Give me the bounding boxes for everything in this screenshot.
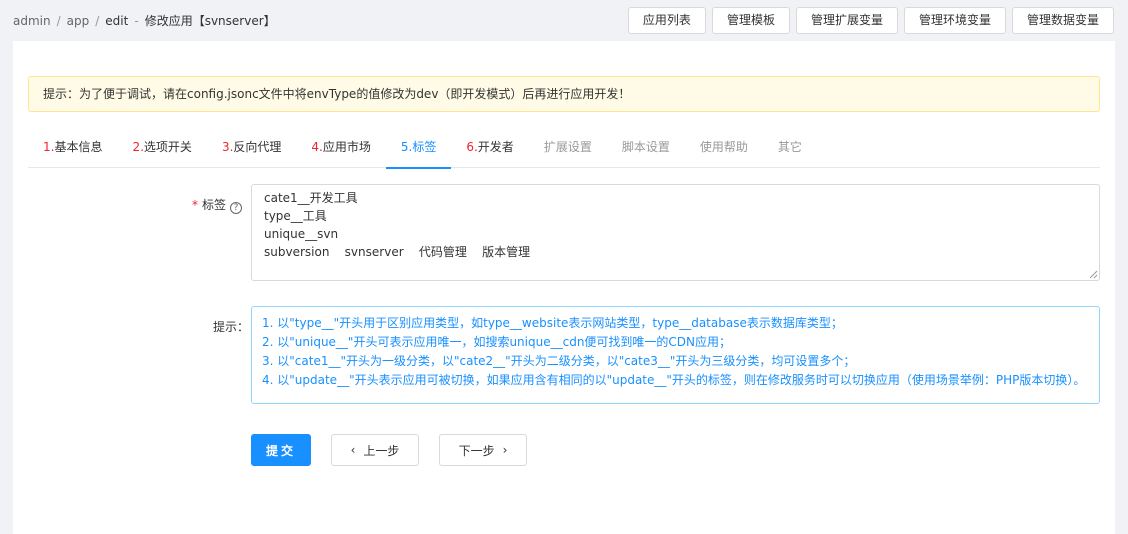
- tab-label: 其它: [777, 140, 802, 154]
- resize-handle-icon[interactable]: [1089, 270, 1098, 279]
- tab-label: 标签: [412, 140, 437, 154]
- next-step-button[interactable]: 下一步 ›: [439, 434, 527, 466]
- tags-label-text: 标签: [202, 198, 227, 212]
- tab-number: 4.: [311, 140, 323, 154]
- prev-step-button[interactable]: ‹ 上一步: [331, 434, 419, 466]
- manage-data-vars-button[interactable]: 管理数据变量: [1011, 7, 1114, 34]
- tab-label: 开发者: [477, 140, 514, 154]
- tab-bar: 1.基本信息 2.选项开关 3.反向代理 4.应用市场 5.标签 6.开发者 扩…: [28, 133, 1100, 169]
- tags-hint-box: 1. 以"type__"开头用于区别应用类型，如type__website表示网…: [251, 306, 1100, 404]
- tab-label: 选项开关: [143, 140, 192, 154]
- tab-script-settings[interactable]: 脚本设置: [607, 133, 685, 168]
- tab-number: 3.: [221, 140, 234, 154]
- hint-field-label: 提示：: [213, 320, 250, 334]
- tab-other[interactable]: 其它: [763, 133, 817, 168]
- tab-number: 6.: [466, 140, 478, 154]
- tab-basic-info[interactable]: 1.基本信息: [28, 133, 117, 168]
- tab-label: 使用帮助: [699, 140, 748, 154]
- main-card: 提示：为了便于调试，请在config.jsonc文件中将envType的值修改为…: [13, 41, 1115, 534]
- hint-line: 4. 以"update__"开头表示应用可被切换，如果应用含有相同的以"upda…: [262, 373, 1086, 387]
- tab-label: 扩展设置: [543, 140, 592, 154]
- manage-templates-button[interactable]: 管理模板: [711, 7, 790, 34]
- dev-mode-notice: 提示：为了便于调试，请在config.jsonc文件中将envType的值修改为…: [28, 76, 1100, 112]
- breadcrumb-item-admin[interactable]: admin: [13, 14, 51, 28]
- page-title: 修改应用【svnserver】: [144, 14, 276, 28]
- breadcrumb-separator: /: [95, 14, 100, 28]
- chevron-left-icon: ‹: [350, 443, 356, 457]
- next-step-label: 下一步: [458, 443, 495, 458]
- tab-label: 反向代理: [233, 140, 282, 154]
- app-list-button[interactable]: 应用列表: [627, 7, 706, 34]
- tags-field-label: * 标签?: [192, 196, 243, 214]
- breadcrumb-item-edit: edit: [105, 14, 129, 28]
- submit-button[interactable]: 提交: [251, 434, 311, 466]
- tab-extension-settings[interactable]: 扩展设置: [529, 133, 607, 168]
- breadcrumb-item-app[interactable]: app: [67, 14, 90, 28]
- hint-line: 3. 以"cate1__"开头为一级分类，以"cate2__"开头为二级分类，以…: [262, 354, 856, 368]
- hint-line: 2. 以"unique__"开头可表示应用唯一，如搜索unique__cdn便可…: [262, 335, 732, 349]
- question-circle-icon[interactable]: ?: [230, 202, 243, 214]
- tab-tags[interactable]: 5.标签: [385, 133, 452, 169]
- tab-app-market[interactable]: 4.应用市场: [296, 133, 385, 168]
- tab-developer[interactable]: 6.开发者: [451, 133, 528, 168]
- top-bar: admin / app / edit - 修改应用【svnserver】 应用列表 管理模板…: [0, 0, 1128, 40]
- tab-label: 应用市场: [322, 140, 371, 154]
- tab-number: 2.: [132, 140, 144, 154]
- tab-label: 脚本设置: [621, 140, 670, 154]
- top-actions: 应用列表 管理模板 管理扩展变量 管理环境变量 管理数据变量: [627, 7, 1114, 34]
- tab-number: 5.: [400, 140, 413, 154]
- chevron-right-icon: ›: [502, 443, 508, 457]
- tab-label: 基本信息: [54, 140, 103, 154]
- hint-line: 1. 以"type__"开头用于区别应用类型，如type__website表示网…: [262, 316, 843, 330]
- tab-number: 1.: [43, 140, 55, 154]
- tab-reverse-proxy[interactable]: 3.反向代理: [207, 133, 296, 168]
- manage-env-vars-button[interactable]: 管理环境变量: [903, 7, 1006, 34]
- required-mark: *: [192, 198, 198, 212]
- prev-step-label: 上一步: [363, 443, 400, 458]
- tab-usage-help[interactable]: 使用帮助: [685, 133, 763, 168]
- breadcrumb-dash: -: [134, 14, 139, 28]
- tab-option-switches[interactable]: 2.选项开关: [117, 133, 206, 168]
- tags-textarea[interactable]: cate1__开发工具 type__工具 unique__svn subvers…: [251, 184, 1100, 281]
- manage-ext-vars-button[interactable]: 管理扩展变量: [795, 7, 898, 34]
- breadcrumb: admin / app / edit - 修改应用【svnserver】: [13, 12, 276, 29]
- breadcrumb-separator: /: [56, 14, 61, 28]
